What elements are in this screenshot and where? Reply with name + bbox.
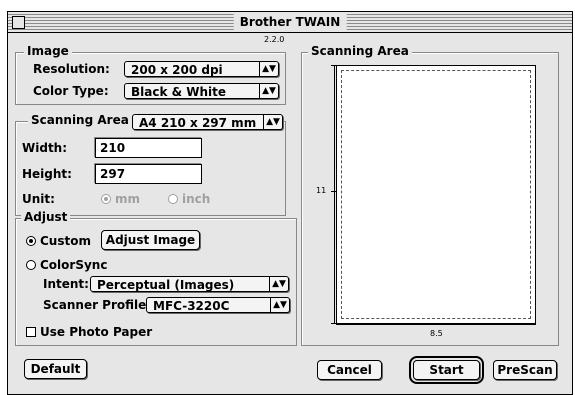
updown-arrows-icon: ▲▼ (270, 298, 289, 312)
unit-mm-label: mm (115, 192, 141, 206)
use-photo-paper-label: Use Photo Paper (40, 325, 153, 339)
intent-popup[interactable]: Perceptual (Images) ▲▼ (90, 276, 289, 292)
adjust-image-button[interactable]: Adjust Image (101, 230, 200, 250)
colorsync-label: ColorSync (40, 258, 108, 272)
unit-label: Unit: (22, 192, 55, 206)
scanner-profile-value: MFC-3220C (153, 299, 230, 313)
updown-arrows-icon: ▲▼ (259, 84, 278, 98)
custom-label: Custom (40, 234, 91, 248)
adjust-group-title: Adjust (21, 210, 71, 224)
scanner-profile-popup[interactable]: MFC-3220C ▲▼ (146, 297, 290, 313)
resolution-label: Resolution: (33, 62, 110, 76)
height-dimension-label: 11 (316, 186, 327, 195)
radio-selected-icon (101, 194, 111, 204)
color-type-popup[interactable]: Black & White ▲▼ (124, 83, 279, 99)
height-field[interactable]: 297 (95, 164, 202, 184)
unit-inch-radio[interactable]: inch (168, 192, 210, 206)
version-label: 2.2.0 (264, 35, 285, 44)
updown-arrows-icon: ▲▼ (263, 115, 282, 129)
resolution-popup[interactable]: 200 x 200 dpi ▲▼ (124, 61, 279, 77)
intent-value: Perceptual (Images) (97, 278, 235, 292)
image-group-title: Image (24, 44, 72, 58)
radio-unselected-icon (168, 194, 178, 204)
color-type-value: Black & White (131, 85, 227, 99)
intent-label: Intent: (43, 277, 89, 291)
resolution-value: 200 x 200 dpi (131, 63, 223, 77)
use-photo-paper-checkbox[interactable]: Use Photo Paper (26, 325, 152, 339)
radio-unselected-icon (26, 260, 36, 270)
unit-inch-label: inch (182, 192, 211, 206)
start-button[interactable]: Start (409, 356, 484, 384)
scanning-area-group-title: Scanning Area (28, 113, 132, 127)
checkbox-unchecked-icon (26, 327, 36, 337)
close-box-icon[interactable] (12, 16, 25, 29)
updown-arrows-icon: ▲▼ (259, 62, 278, 76)
scan-selection-rectangle[interactable] (341, 70, 531, 319)
scanner-profile-label: Scanner Profile: (43, 298, 152, 312)
preview-group-title: Scanning Area (308, 44, 412, 58)
unit-mm-radio[interactable]: mm (101, 192, 140, 206)
custom-radio[interactable]: Custom (26, 234, 91, 248)
ruler-tick (535, 320, 536, 325)
updown-arrows-icon: ▲▼ (269, 277, 288, 291)
default-button[interactable]: Default (24, 359, 87, 379)
scanning-area-size-value: A4 210 x 297 mm (139, 116, 257, 130)
radio-selected-icon (26, 236, 36, 246)
scan-preview-page[interactable] (336, 65, 536, 324)
height-ruler (334, 65, 335, 324)
cancel-button[interactable]: Cancel (317, 360, 382, 380)
colorsync-radio[interactable]: ColorSync (26, 258, 107, 272)
width-dimension-label: 8.5 (430, 329, 443, 338)
scanning-area-size-popup[interactable]: A4 210 x 297 mm ▲▼ (132, 114, 283, 130)
window-title: Brother TWAIN (233, 13, 347, 31)
height-label: Height: (22, 167, 72, 181)
width-field[interactable]: 210 (95, 138, 202, 158)
width-ruler (336, 324, 536, 325)
color-type-label: Color Type: (33, 84, 109, 98)
prescan-button[interactable]: PreScan (493, 360, 557, 380)
title-bar[interactable]: Brother TWAIN (8, 12, 572, 33)
ruler-tick (336, 320, 337, 325)
width-label: Width: (22, 141, 68, 155)
